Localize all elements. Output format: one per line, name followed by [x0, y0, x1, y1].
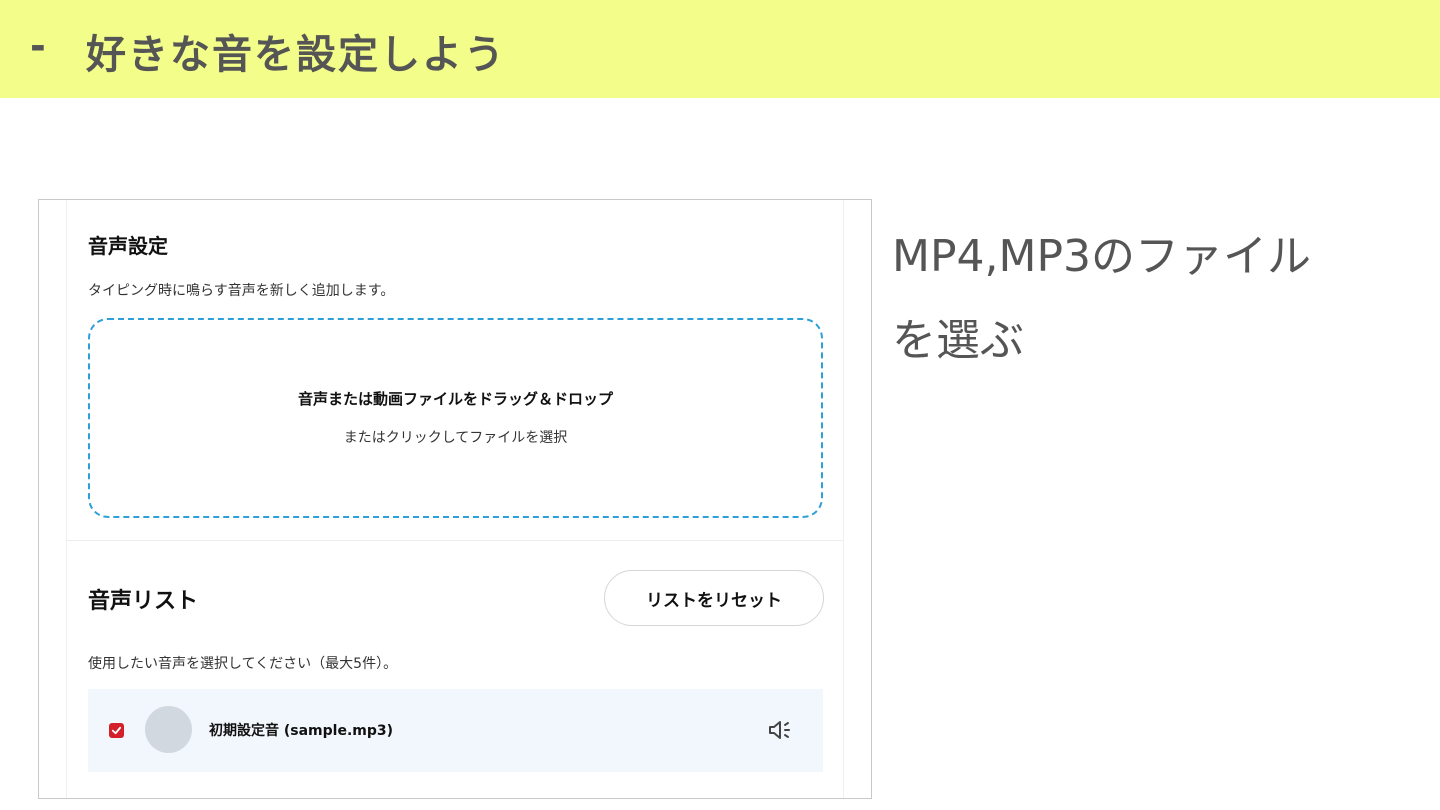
instruction-line-1: MP4,MP3のファイル — [892, 231, 1311, 282]
sound-name: 初期設定音 (sample.mp3) — [209, 723, 394, 739]
speaker-icon[interactable] — [768, 718, 794, 742]
instruction-text: MP4,MP3のファイル を選ぶ — [892, 215, 1412, 383]
audio-settings-title: 音声設定 — [88, 234, 168, 258]
file-dropzone[interactable]: 音声または動画ファイルをドラッグ＆ドロップ またはクリックしてファイルを選択 — [88, 318, 823, 518]
instruction-line-2: を選ぶ — [892, 315, 1024, 366]
app-screenshot: 音声設定 タイピング時に鳴らす音声を新しく追加します。 音声または動画ファイルを… — [38, 199, 872, 799]
section-divider — [67, 540, 843, 541]
reset-list-button[interactable]: リストをリセット — [604, 570, 824, 626]
dropzone-sub-text: またはクリックしてファイルを選択 — [343, 430, 568, 446]
sound-checkbox[interactable] — [109, 723, 124, 738]
audio-list-description: 使用したい音声を選択してください（最大5件）。 — [88, 656, 398, 672]
audio-settings-description: タイピング時に鳴らす音声を新しく追加します。 — [88, 283, 395, 299]
list-item[interactable]: 初期設定音 (sample.mp3) — [88, 689, 823, 772]
audio-list-title: 音声リスト — [88, 589, 199, 614]
title-banner: - 好きな音を設定しよう — [0, 0, 1440, 98]
sound-avatar — [145, 706, 192, 753]
dropzone-main-text: 音声または動画ファイルをドラッグ＆ドロップ — [297, 390, 613, 408]
banner-dash: - — [30, 24, 46, 68]
checkmark-icon — [111, 726, 122, 735]
settings-panel: 音声設定 タイピング時に鳴らす音声を新しく追加します。 音声または動画ファイルを… — [66, 200, 844, 798]
page-title: 好きな音を設定しよう — [86, 32, 506, 78]
